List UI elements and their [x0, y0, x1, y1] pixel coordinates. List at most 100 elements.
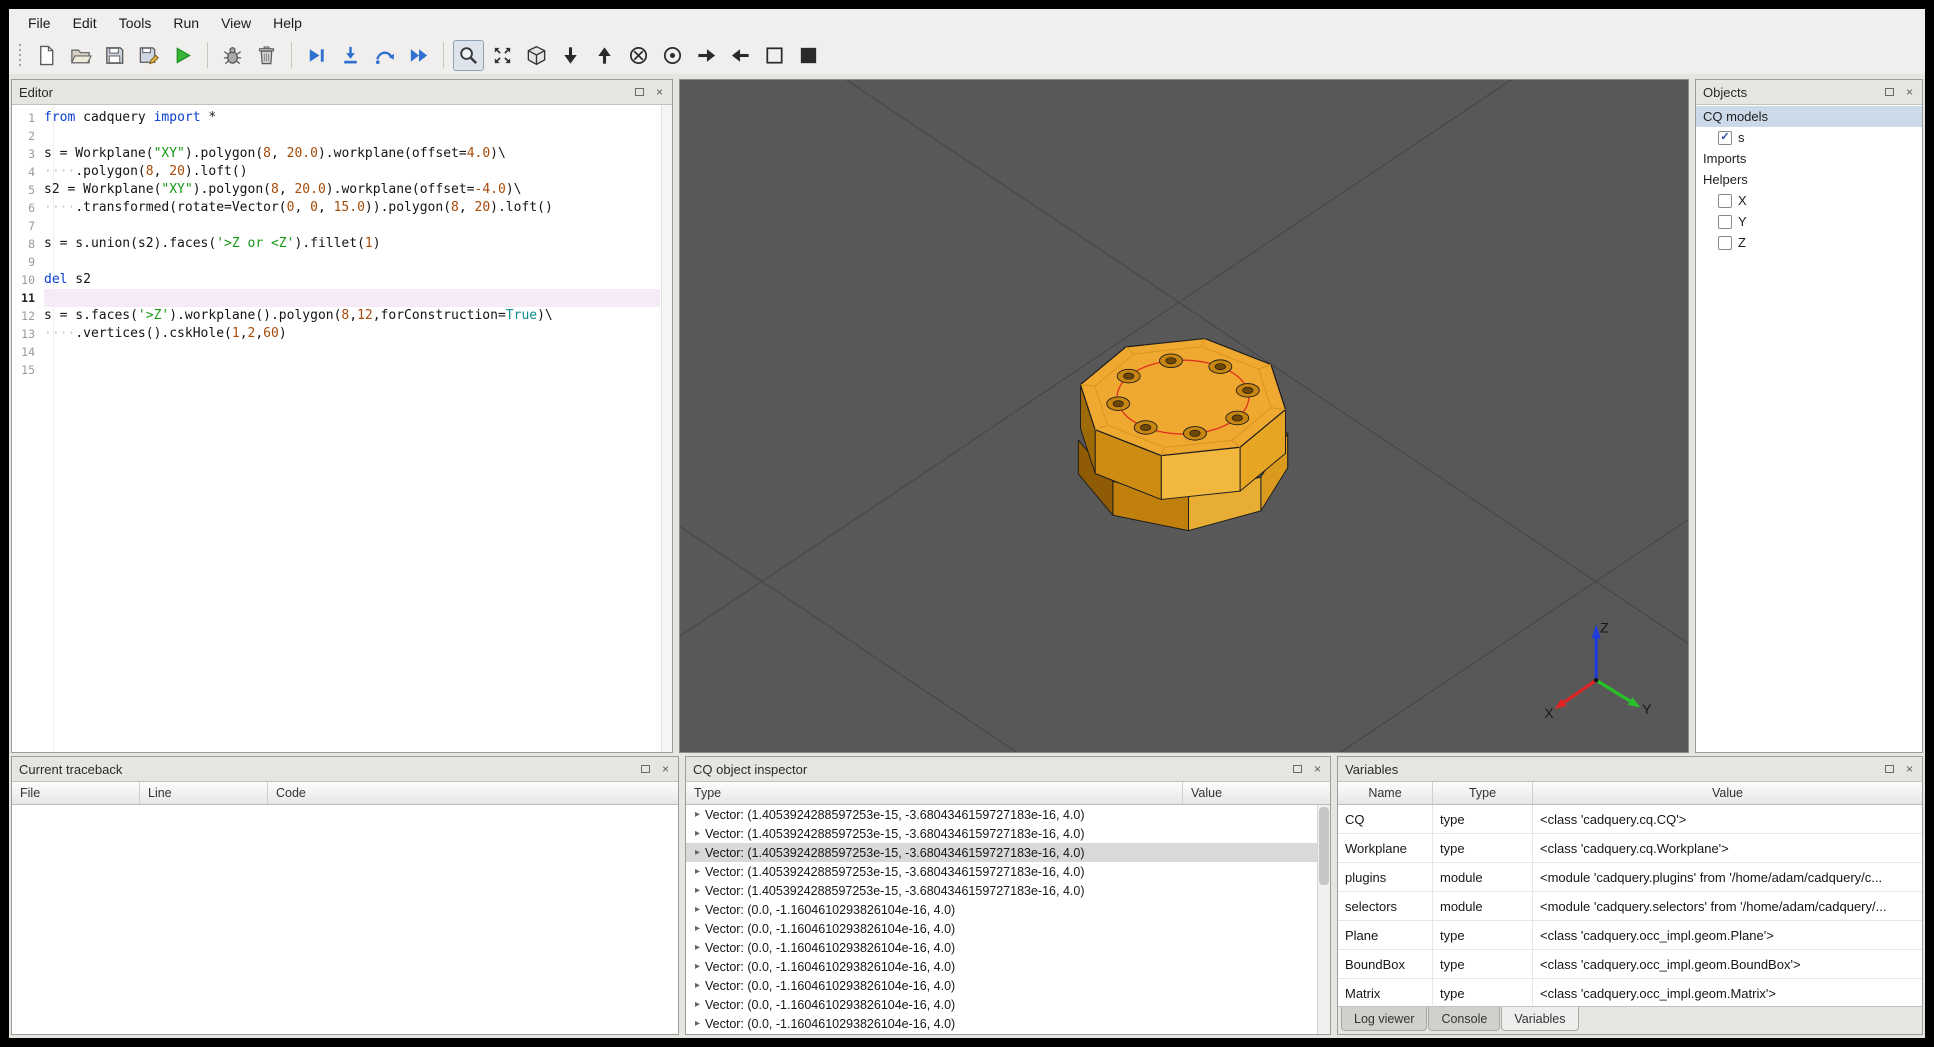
- scrollbar-thumb[interactable]: [1319, 807, 1329, 885]
- step-into-button[interactable]: [335, 40, 366, 71]
- code-line-8[interactable]: 8 s = s.union(s2).faces('>Z or <Z').fille…: [12, 235, 672, 253]
- code-line-14[interactable]: 14: [12, 343, 672, 361]
- top-view-button[interactable]: [555, 40, 586, 71]
- inspector-row[interactable]: ▸ Vector: (0.0, -1.1604610293826104e-16, …: [686, 1014, 1317, 1033]
- code-line-1[interactable]: 1 from cadquery import *: [12, 109, 672, 127]
- float-panel-button[interactable]: [1881, 85, 1898, 100]
- expander-icon[interactable]: ▸: [690, 999, 705, 1010]
- expander-icon[interactable]: ▸: [690, 885, 705, 896]
- variable-row[interactable]: CQ type <class 'cadquery.cq.CQ'>: [1338, 805, 1922, 834]
- cad-model[interactable]: [1077, 337, 1289, 532]
- column-header-type[interactable]: Type: [1433, 782, 1533, 804]
- inspector-row[interactable]: ▸ Vector: (0.0, -1.1604610293826104e-16, …: [686, 938, 1317, 957]
- code-line-3[interactable]: 3 s = Workplane("XY").polygon(8, 20.0).wo…: [12, 145, 672, 163]
- inspector-row[interactable]: ▸ Vector: (0.0, -1.1604610293826104e-16, …: [686, 900, 1317, 919]
- code-line-5[interactable]: 5 s2 = Workplane("XY").polygon(8, 20.0).w…: [12, 181, 672, 199]
- tree-item-cq-models[interactable]: CQ models: [1696, 106, 1922, 127]
- zoom-button[interactable]: [453, 39, 484, 71]
- run-button[interactable]: [167, 40, 198, 71]
- step-button[interactable]: [301, 40, 332, 71]
- editor-scrollbar[interactable]: [661, 105, 672, 752]
- checkbox-s[interactable]: ✓: [1718, 130, 1732, 145]
- wireframe-button[interactable]: [759, 40, 790, 71]
- expander-icon[interactable]: ▸: [690, 980, 705, 991]
- tree-item-imports[interactable]: Imports: [1696, 148, 1922, 169]
- tab-variables[interactable]: Variables: [1501, 1007, 1579, 1031]
- code-line-11[interactable]: 11: [12, 289, 672, 307]
- float-panel-button[interactable]: [1289, 762, 1306, 777]
- save-as-button[interactable]: [133, 40, 164, 71]
- variable-row[interactable]: Workplane type <class 'cadquery.cq.Workpla…: [1338, 834, 1922, 863]
- float-panel-button[interactable]: [637, 762, 654, 777]
- tree-item-x[interactable]: X: [1696, 190, 1922, 211]
- code-line-7[interactable]: 7: [12, 217, 672, 235]
- delete-button[interactable]: [251, 40, 282, 71]
- inspector-row[interactable]: ▸ Vector: (1.4053924288597253e-15, -3.680…: [686, 824, 1317, 843]
- shaded-button[interactable]: [793, 40, 824, 71]
- column-header-value[interactable]: Value: [1183, 782, 1330, 804]
- expander-icon[interactable]: ▸: [690, 866, 705, 877]
- tree-item-helpers[interactable]: Helpers: [1696, 169, 1922, 190]
- column-header-file[interactable]: File: [12, 782, 140, 804]
- bottom-view-button[interactable]: [589, 40, 620, 71]
- code-line-15[interactable]: 15: [12, 361, 672, 379]
- code-line-10[interactable]: 10 del s2: [12, 271, 672, 289]
- save-button[interactable]: [99, 40, 130, 71]
- tree-item-s[interactable]: ✓ s: [1696, 127, 1922, 148]
- code-line-2[interactable]: 2: [12, 127, 672, 145]
- tree-item-z[interactable]: Z: [1696, 232, 1922, 253]
- variable-row[interactable]: Matrix type <class 'cadquery.occ_impl.geom…: [1338, 979, 1922, 1006]
- open-file-button[interactable]: [65, 40, 96, 71]
- variable-row[interactable]: selectors module <module 'cadquery.selecto…: [1338, 892, 1922, 921]
- menu-item-tools[interactable]: Tools: [108, 11, 163, 35]
- menu-item-run[interactable]: Run: [162, 11, 210, 35]
- column-header-value[interactable]: Value: [1533, 782, 1922, 804]
- tab-log-viewer[interactable]: Log viewer: [1341, 1007, 1428, 1031]
- close-panel-button[interactable]: ×: [1309, 762, 1326, 777]
- viewport-3d[interactable]: Z X Y: [679, 79, 1689, 753]
- variable-row[interactable]: BoundBox type <class 'cadquery.occ_impl.ge…: [1338, 950, 1922, 979]
- checkbox-y[interactable]: [1718, 214, 1732, 229]
- inspector-scrollbar[interactable]: [1317, 805, 1330, 1034]
- column-header-line[interactable]: Line: [140, 782, 268, 804]
- close-panel-button[interactable]: ×: [657, 762, 674, 777]
- code-line-13[interactable]: 13 ····.vertices().cskHole(1,2,60): [12, 325, 672, 343]
- inspector-row[interactable]: ▸ Vector: (0.0, -1.1604610293826104e-16, …: [686, 976, 1317, 995]
- menu-item-view[interactable]: View: [210, 11, 262, 35]
- inspector-row[interactable]: ▸ Vector: (1.4053924288597253e-15, -3.680…: [686, 862, 1317, 881]
- right-view-button[interactable]: [725, 40, 756, 71]
- fit-all-button[interactable]: [487, 40, 518, 71]
- float-panel-button[interactable]: [631, 85, 648, 100]
- back-view-button[interactable]: [657, 40, 688, 71]
- column-header-type[interactable]: Type: [686, 782, 1183, 804]
- close-panel-button[interactable]: ×: [651, 85, 668, 100]
- inspector-row[interactable]: ▸ Vector: (0.0, -1.1604610293826104e-16, …: [686, 919, 1317, 938]
- expander-icon[interactable]: ▸: [690, 847, 705, 858]
- expander-icon[interactable]: ▸: [690, 961, 705, 972]
- code-line-12[interactable]: 12 s = s.faces('>Z').workplane().polygon(…: [12, 307, 672, 325]
- inspector-row[interactable]: ▸ Vector: (1.4053924288597253e-15, -3.680…: [686, 843, 1317, 862]
- step-over-button[interactable]: [369, 40, 400, 71]
- menu-item-edit[interactable]: Edit: [62, 11, 108, 35]
- expander-icon[interactable]: ▸: [690, 942, 705, 953]
- variable-row[interactable]: Plane type <class 'cadquery.occ_impl.geom.…: [1338, 921, 1922, 950]
- continue-button[interactable]: [403, 40, 434, 71]
- menu-item-file[interactable]: File: [17, 11, 62, 35]
- expander-icon[interactable]: ▸: [690, 1018, 705, 1029]
- float-panel-button[interactable]: [1881, 762, 1898, 777]
- close-panel-button[interactable]: ×: [1901, 85, 1918, 100]
- inspector-row[interactable]: ▸ Vector: (0.0, -1.1604610293826104e-16, …: [686, 957, 1317, 976]
- close-panel-button[interactable]: ×: [1901, 762, 1918, 777]
- debug-button[interactable]: [217, 40, 248, 71]
- expander-icon[interactable]: ▸: [690, 828, 705, 839]
- code-editor[interactable]: 1 from cadquery import * 2 3 s = Workplane("…: [12, 105, 672, 752]
- front-view-button[interactable]: [623, 40, 654, 71]
- expander-icon[interactable]: ▸: [690, 904, 705, 915]
- checkbox-z[interactable]: [1718, 235, 1732, 250]
- new-file-button[interactable]: [31, 40, 62, 71]
- expander-icon[interactable]: ▸: [690, 923, 705, 934]
- code-line-6[interactable]: 6 ····.transformed(rotate=Vector(0, 0, 15…: [12, 199, 672, 217]
- column-header-code[interactable]: Code: [268, 782, 678, 804]
- checkbox-x[interactable]: [1718, 193, 1732, 208]
- inspector-row[interactable]: ▸ Vector: (0.0, -1.1604610293826104e-16, …: [686, 995, 1317, 1014]
